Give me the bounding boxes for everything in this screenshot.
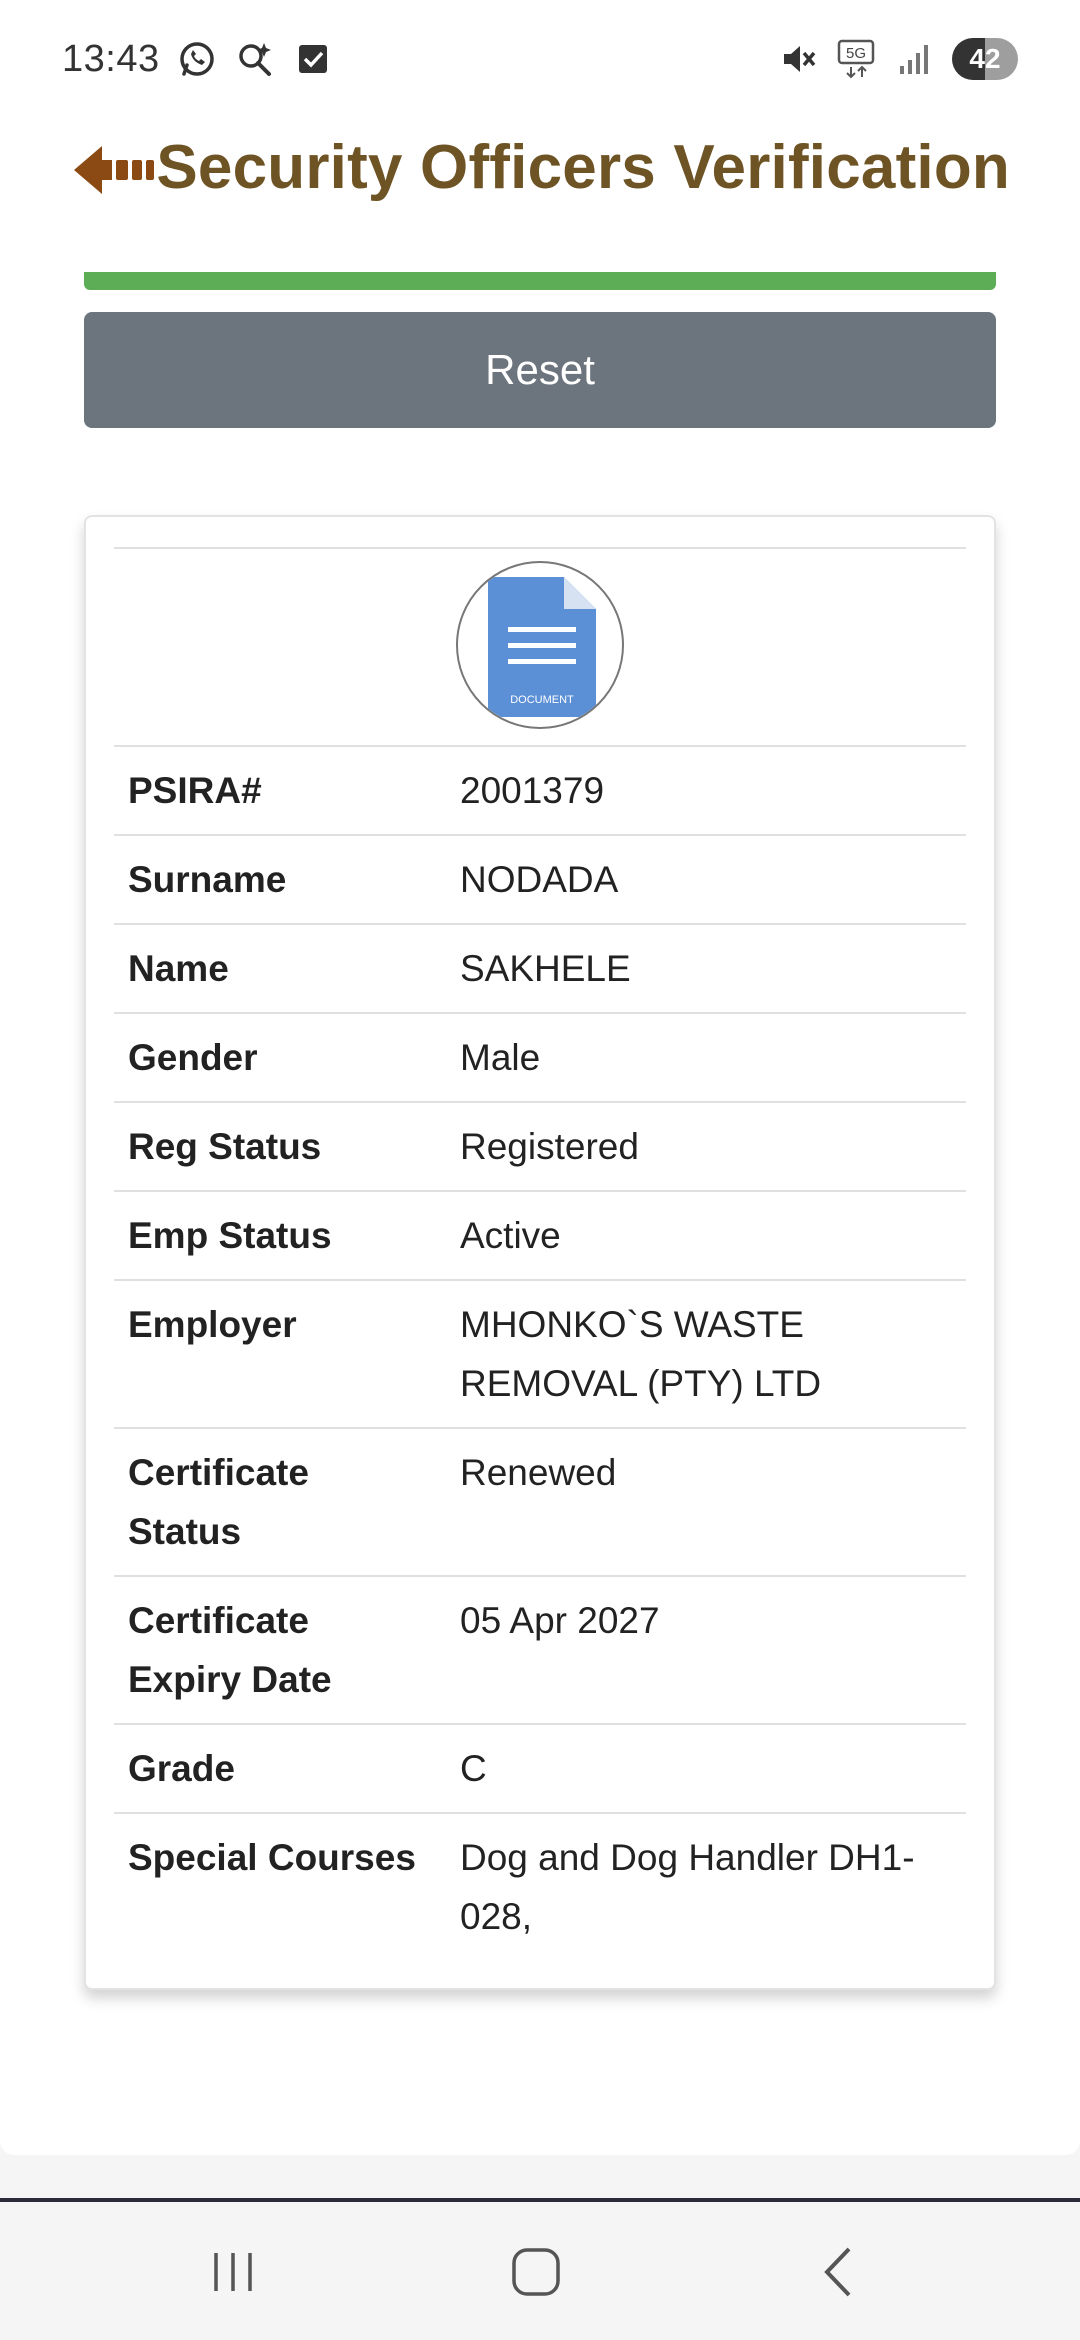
- page-title: Security Officers Verification: [156, 133, 1010, 202]
- search-sparkle-icon: [234, 38, 276, 80]
- detail-value: 05 Apr 2027: [446, 1576, 966, 1725]
- detail-value: SAKHELE: [446, 924, 966, 1014]
- document-icon: DOCUMENT: [488, 576, 596, 717]
- back-arrow-icon: [74, 146, 154, 194]
- detail-value: 2001379: [446, 746, 966, 836]
- home-icon: [512, 2248, 560, 2296]
- detail-row: Certificate Status Renewed: [114, 1428, 966, 1577]
- back-button[interactable]: [70, 138, 170, 202]
- detail-value: Dog and Dog Handler DH1-028,: [460, 1837, 915, 1937]
- detail-value: MHONKO`S WASTE REMOVAL (PTY) LTD: [446, 1280, 966, 1429]
- detail-value: C: [446, 1724, 966, 1814]
- detail-row: Surname NODADA: [114, 835, 966, 925]
- detail-label: Certificate Status: [114, 1428, 446, 1577]
- detail-row: Employer MHONKO`S WASTE REMOVAL (PTY) LTD: [114, 1280, 966, 1429]
- status-right: 5G 42: [778, 38, 1018, 80]
- status-bar: 13:43 5G 42: [0, 0, 1080, 118]
- status-time: 13:43: [62, 37, 160, 80]
- progress-strip: [84, 272, 996, 290]
- signal-icon: [894, 38, 936, 80]
- home-button[interactable]: [501, 2242, 571, 2302]
- detail-row: Special Courses Dog and Dog Handler DH1-0…: [114, 1813, 966, 1960]
- recent-apps-icon: [214, 2253, 252, 2291]
- 5g-icon: 5G: [836, 38, 878, 80]
- details-table: DOCUMENT PSIRA# 2001379 Surname NODADA Name S…: [114, 547, 966, 1960]
- battery-indicator: 42: [952, 38, 1018, 80]
- verification-card: DOCUMENT PSIRA# 2001379 Surname NODADA Name S…: [84, 515, 996, 1990]
- detail-row: Certificate Expiry Date 05 Apr 2027: [114, 1576, 966, 1725]
- nav-bar: [0, 2202, 1080, 2340]
- 5g-label: 5G: [846, 45, 866, 62]
- detail-row: Reg Status Registered: [114, 1102, 966, 1192]
- status-left: 13:43: [62, 38, 334, 81]
- detail-label: Emp Status: [114, 1191, 446, 1281]
- avatar-row: DOCUMENT: [114, 548, 966, 747]
- recent-apps-button[interactable]: [198, 2242, 268, 2302]
- document-avatar: DOCUMENT: [456, 560, 624, 729]
- detail-label: Special Courses: [128, 1837, 416, 1878]
- detail-row: PSIRA# 2001379: [114, 746, 966, 836]
- app-header: Security Officers Verification: [0, 118, 1080, 228]
- detail-label: Name: [114, 924, 446, 1014]
- detail-label: Certificate Expiry Date: [114, 1576, 446, 1725]
- detail-value: Registered: [446, 1102, 966, 1192]
- detail-label: Grade: [114, 1724, 446, 1814]
- detail-value: Active: [446, 1191, 966, 1281]
- back-icon: [824, 2247, 851, 2297]
- detail-row: Name SAKHELE: [114, 924, 966, 1014]
- detail-label: Employer: [114, 1280, 446, 1429]
- detail-label: PSIRA#: [114, 746, 446, 836]
- reset-button[interactable]: Reset: [84, 312, 996, 428]
- detail-row: Grade C: [114, 1724, 966, 1814]
- mute-icon: [778, 38, 820, 80]
- detail-label: Gender: [114, 1013, 446, 1103]
- whatsapp-icon: [176, 38, 218, 80]
- detail-row: Emp Status Active: [114, 1191, 966, 1281]
- checkbox-icon: [292, 38, 334, 80]
- detail-value: Renewed: [446, 1428, 966, 1577]
- nav-back-button[interactable]: [804, 2242, 874, 2302]
- detail-label: Reg Status: [114, 1102, 446, 1192]
- detail-label: Surname: [114, 835, 446, 925]
- detail-value: Male: [446, 1013, 966, 1103]
- detail-value: NODADA: [446, 835, 966, 925]
- detail-row: Gender Male: [114, 1013, 966, 1103]
- document-caption: DOCUMENT: [510, 694, 574, 706]
